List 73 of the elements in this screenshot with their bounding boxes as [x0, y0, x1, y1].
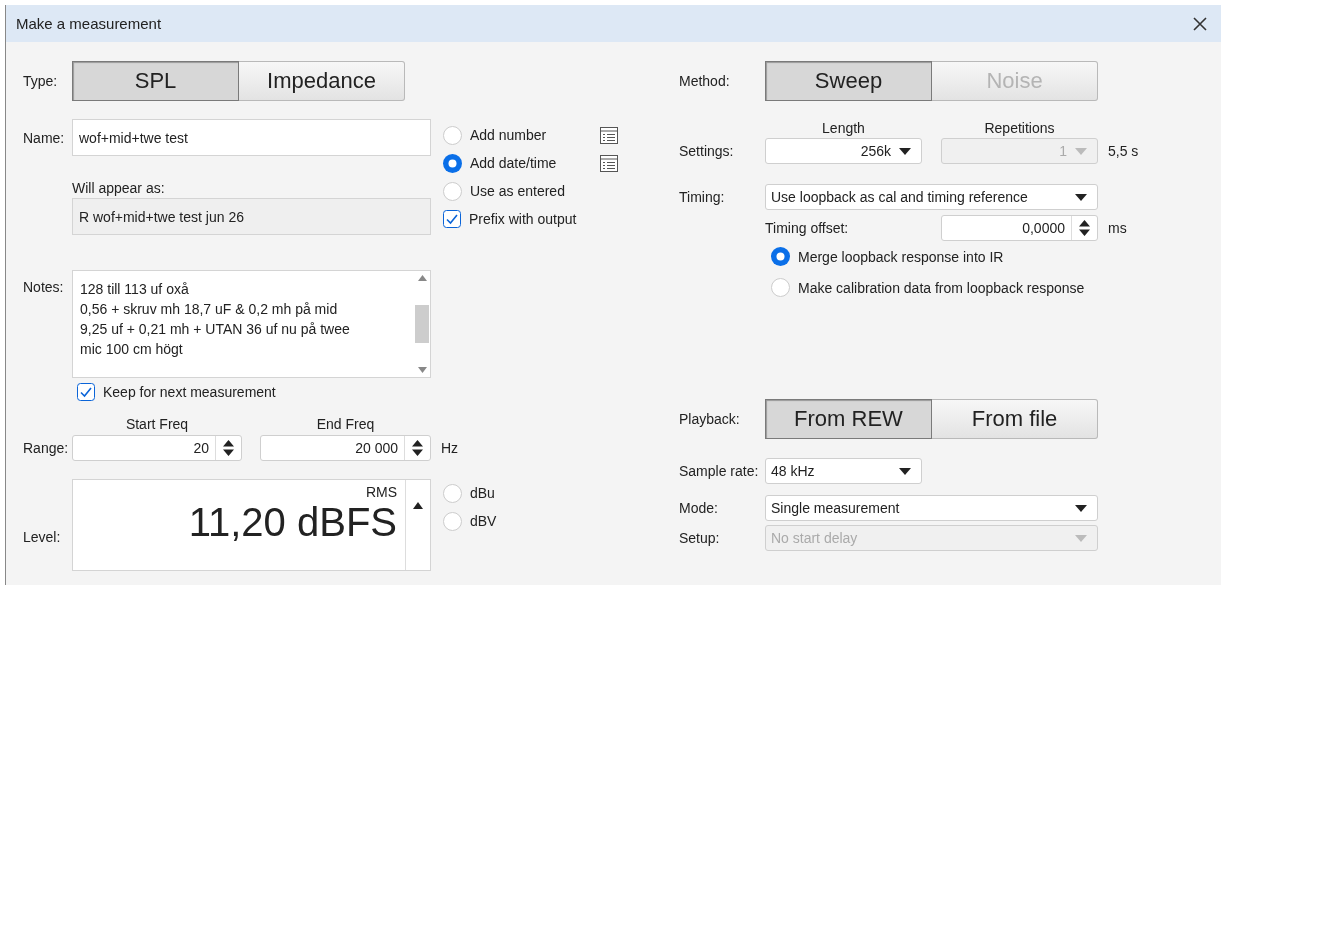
radio-button[interactable] [443, 125, 462, 145]
unit-label: ms [1108, 220, 1127, 236]
field-label: Sample rate: [679, 463, 760, 479]
checkbox[interactable] [77, 383, 95, 401]
list-icon[interactable] [600, 154, 618, 172]
segment-button[interactable]: Impedance [239, 61, 405, 101]
field-label: Type: [23, 73, 59, 89]
level-value: 11,20 dBFS [188, 500, 397, 544]
option-label: dBu [470, 485, 495, 501]
level-mode: RMS [365, 484, 397, 500]
segment-button[interactable]: From file [932, 399, 1098, 439]
radio-button[interactable] [771, 278, 790, 297]
option-label: dBV [470, 513, 497, 529]
column-header: Length [821, 120, 866, 136]
option-label: Add date/time [470, 155, 557, 171]
option-label: Prefix with output [469, 211, 577, 227]
field-label: Level: [23, 529, 62, 545]
field-label: Mode: [679, 500, 719, 516]
name-field[interactable]: wof+mid+twe test [72, 119, 431, 156]
up-arrow-icon[interactable] [413, 502, 423, 509]
caret-icon[interactable] [899, 467, 911, 475]
field-label: Settings: [679, 143, 735, 159]
radio-button[interactable] [443, 511, 462, 531]
note-line: 0,56 + skruv mh 18,7 uF & 0,2 mh på mid [80, 300, 339, 319]
scroll-down-icon[interactable] [417, 367, 427, 373]
duration-label: 5,5 s [1108, 143, 1139, 159]
option-label: Keep for next measurement [103, 384, 276, 400]
column-header: Start Freq [124, 416, 190, 432]
field-label: Timing offset: [765, 220, 850, 236]
list-icon[interactable] [600, 126, 618, 144]
option-label: Make calibration data from loopback response [798, 279, 1085, 296]
dropdown[interactable]: Use loopback as cal and timing reference [765, 184, 1098, 210]
option-label: Merge loopback response into IR [798, 248, 1004, 265]
note-line: mic 100 cm högt [80, 340, 184, 359]
radio-button[interactable] [443, 153, 462, 173]
field-label: Range: [23, 440, 70, 456]
field-label: Method: [679, 73, 731, 89]
up-down-arrows-icon[interactable] [223, 440, 234, 456]
field-label: Timing: [679, 189, 726, 205]
option-label: Use as entered [470, 183, 565, 199]
radio-button[interactable] [443, 483, 462, 503]
caret-icon[interactable] [1075, 193, 1087, 201]
radio-button[interactable] [771, 247, 790, 266]
column-header: End Freq [315, 416, 376, 432]
field-label: Will appear as: [72, 180, 166, 196]
note-line: 9,25 uf + 0,21 mh + UTAN 36 uf nu på twee [80, 320, 351, 339]
dropdown[interactable]: Single measurement [765, 495, 1098, 521]
column-header: Repetitions [983, 120, 1056, 136]
segment-button[interactable]: From REW [765, 399, 932, 439]
up-down-arrows-icon[interactable] [412, 440, 423, 456]
preview-field: R wof+mid+twe test jun 26 [72, 198, 431, 235]
up-down-arrows-icon[interactable] [1079, 220, 1090, 236]
caret-icon[interactable] [1075, 504, 1087, 512]
field-label: Setup: [679, 530, 721, 546]
field-label: Notes: [23, 279, 65, 295]
field-label: Name: [23, 129, 66, 146]
option-label: Add number [470, 127, 547, 143]
dropdown[interactable]: 256k [765, 138, 922, 164]
window-title: Make a measurement [16, 15, 162, 32]
number-spinner[interactable]: 20 [72, 435, 242, 461]
unit-label: Hz [441, 440, 459, 456]
dropdown[interactable]: 48 kHz [765, 458, 922, 484]
checkbox[interactable] [443, 210, 461, 228]
scroll-up-icon[interactable] [417, 275, 427, 281]
field-label: Playback: [679, 411, 741, 427]
segment-button[interactable]: Sweep [765, 61, 932, 101]
notes-textarea[interactable]: 128 till 113 uf oxå 0,56 + skruv mh 18,7 uF & 0,2 mh på mid 9,25 uf + 0,21 mh + UTAN 36 uf nu på twee mic 100 cm högt [72, 270, 431, 378]
radio-button[interactable] [443, 181, 462, 201]
segment-button[interactable]: SPL [72, 61, 239, 101]
note-line: 128 till 113 uf oxå [80, 280, 190, 299]
number-spinner[interactable]: 0,0000 [941, 215, 1098, 241]
number-spinner[interactable]: 20 000 [260, 435, 431, 461]
caret-icon[interactable] [899, 147, 911, 155]
